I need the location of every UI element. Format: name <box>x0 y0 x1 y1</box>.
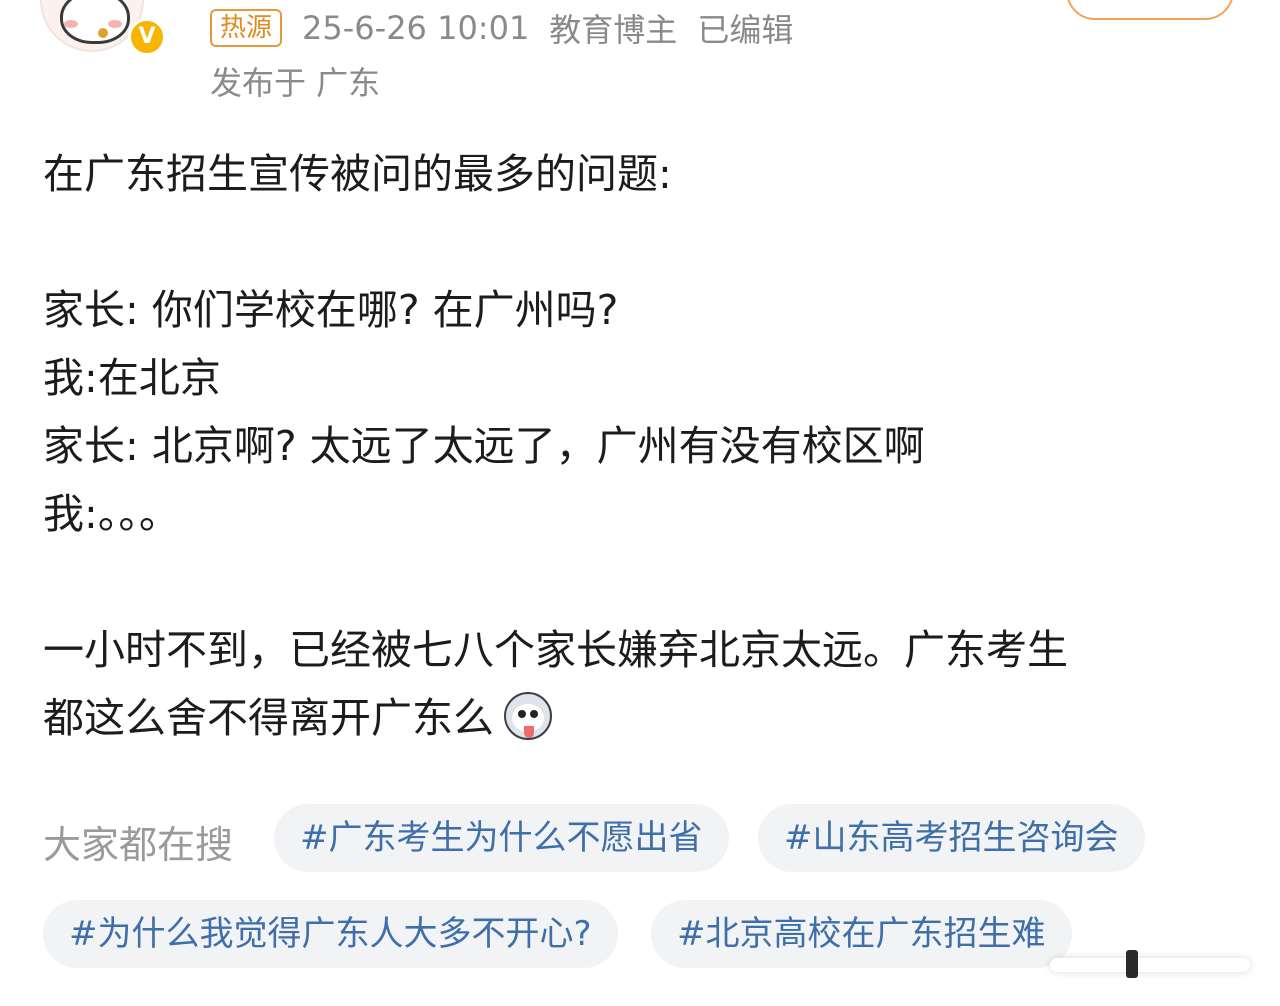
trending-tag[interactable]: #为什么我觉得广东人大多不开心? <box>43 900 618 968</box>
post-line-text: 都这么舍不得离开广东么 <box>43 694 494 742</box>
post-location: 发布于 广东 <box>210 64 381 102</box>
scrollbar-thumb[interactable] <box>1126 950 1138 978</box>
post-meta: 热源 25-6-26 10:01 教育博主 已编辑 <box>210 5 793 51</box>
post-line-last: 都这么舍不得离开广东么 <box>43 684 1253 752</box>
husky-emoji-icon <box>502 690 554 742</box>
post-line: 我:。。。 <box>43 490 180 538</box>
post-line: 家长: 北京啊? 太远了太远了，广州有没有校区啊 <box>43 422 925 470</box>
post-content: 在广东招生宣传被问的最多的问题: 家长: 你们学校在哪? 在广州吗? 我:在北京… <box>43 140 1253 752</box>
trending-label: 大家都在搜 <box>43 823 234 867</box>
trending-tag[interactable]: #山东高考招生咨询会 <box>758 804 1145 872</box>
trending-tag[interactable]: #广东考生为什么不愿出省 <box>274 804 729 872</box>
hot-badge: 热源 <box>210 9 283 47</box>
avatar-bell <box>98 28 108 38</box>
post-line: 家长: 你们学校在哪? 在广州吗? <box>43 286 619 334</box>
post-line: 我:在北京 <box>43 354 221 402</box>
avatar-blush-right <box>108 20 122 28</box>
post-line: 在广东招生宣传被问的最多的问题: <box>43 150 672 198</box>
author-title: 教育博主 <box>549 11 678 49</box>
avatar-blush-left <box>64 20 78 28</box>
post-timestamp: 25-6-26 10:01 <box>302 9 530 47</box>
verified-badge-icon: V <box>128 18 166 56</box>
follow-button[interactable] <box>1066 0 1234 20</box>
post-line: 一小时不到，已经被七八个家长嫌弃北京太远。广东考生 <box>43 626 1068 674</box>
horizontal-scrollbar[interactable] <box>1050 950 1250 978</box>
avatar[interactable] <box>40 0 144 52</box>
edited-label[interactable]: 已编辑 <box>697 5 793 51</box>
trending-tag[interactable]: #北京高校在广东招生难 <box>651 900 1072 968</box>
